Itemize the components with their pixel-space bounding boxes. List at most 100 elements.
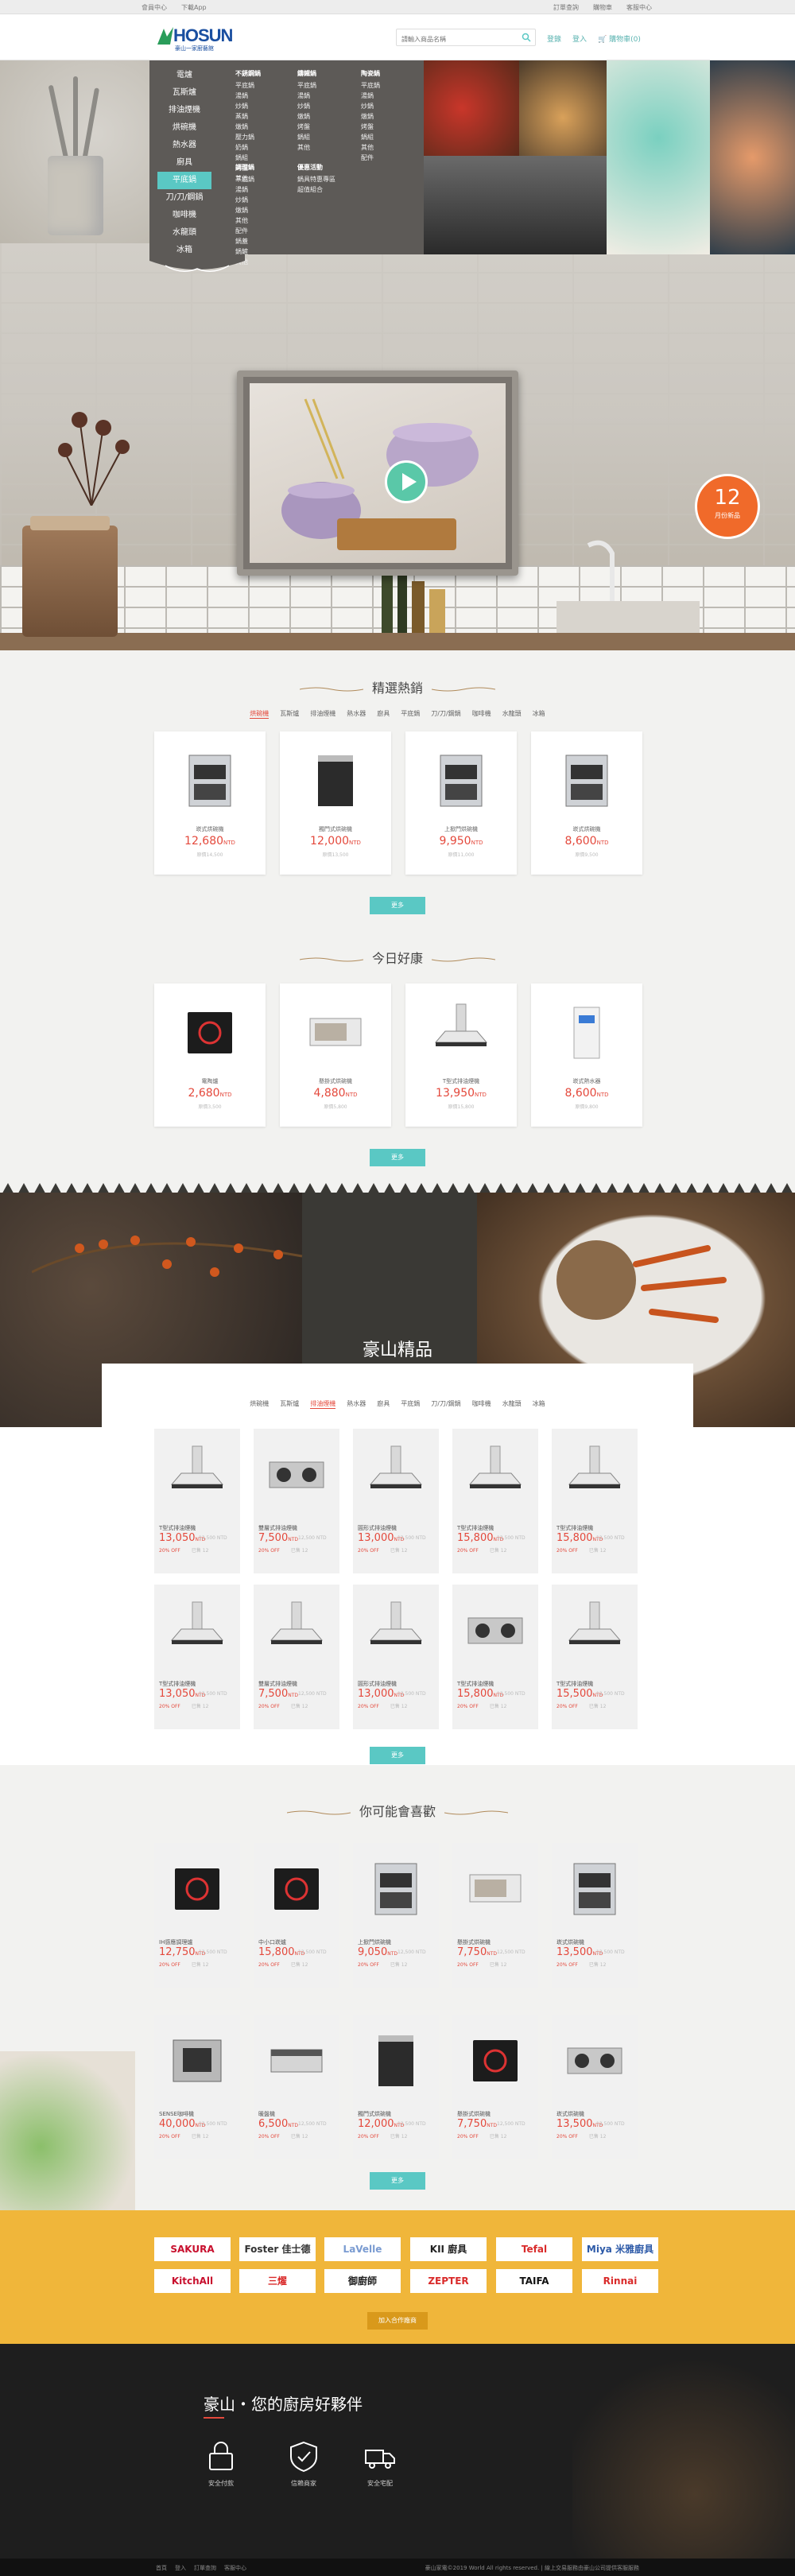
submenu-item[interactable]: 烤盤: [361, 122, 380, 132]
submenu-item[interactable]: 蒸鍋: [235, 111, 261, 122]
product-card[interactable]: SENSE咖啡機 40,000NTD 12,500 NTD 20% OFF 已售 12: [154, 2015, 240, 2159]
product-image[interactable]: [429, 749, 493, 813]
brand-logo[interactable]: 御廚師: [324, 2269, 401, 2293]
tab-8[interactable]: 水龍頭: [502, 1399, 522, 1409]
tab-6[interactable]: 刀/刀/鋼鍋: [431, 1399, 460, 1409]
tab-1[interactable]: 瓦斯爐: [280, 1399, 299, 1409]
tab-1[interactable]: 瓦斯爐: [280, 709, 299, 719]
brand-logo[interactable]: Tefal: [496, 2237, 572, 2261]
submenu-item[interactable]: 鍋蓋: [235, 236, 254, 246]
cart-header-link[interactable]: 🛒 購物車(0): [598, 33, 641, 44]
brand-logo[interactable]: Miya 米雅廚具: [582, 2237, 658, 2261]
category-item[interactable]: 瓦斯爐: [157, 84, 211, 102]
product-card[interactable]: 中小口崁爐 15,800NTD 12,500 NTD 20% OFF 已售 12: [254, 1843, 339, 1988]
product-image[interactable]: [563, 1857, 626, 1921]
product-image[interactable]: [265, 2029, 328, 2093]
tab-2[interactable]: 排油煙機: [310, 709, 335, 719]
category-item-active[interactable]: 平底鍋: [157, 172, 211, 189]
brand-logo[interactable]: Rinnai: [582, 2269, 658, 2293]
product-card[interactable]: 上掀門烘碗機 9,950NTD 原價11,000: [405, 731, 517, 875]
join-partner-button[interactable]: 加入合作廠商: [367, 2312, 428, 2330]
product-card[interactable]: 崁式熱水器 8,600NTD 原價9,800: [531, 983, 642, 1127]
product-card[interactable]: 上掀門烘碗機 9,050NTD 12,500 NTD 20% OFF 已售 12: [353, 1843, 439, 1988]
tab-0[interactable]: 烘碗機: [250, 709, 270, 719]
product-image[interactable]: [563, 1443, 626, 1507]
submenu-item[interactable]: 平底鍋: [361, 80, 380, 91]
tab-6[interactable]: 刀/刀/鋼鍋: [431, 709, 460, 719]
product-image[interactable]: [364, 2029, 428, 2093]
category-item[interactable]: 排油煙機: [157, 102, 211, 119]
today-more-button[interactable]: 更多: [370, 1149, 425, 1166]
product-card[interactable]: 雙層式排油煙機 7,500NTD 12,500 NTD 20% OFF 已售 12: [254, 1585, 339, 1729]
submenu-item[interactable]: 炒鍋: [297, 101, 316, 111]
tab-0[interactable]: 烘碗機: [250, 1399, 269, 1409]
tab-3[interactable]: 熱水器: [347, 1399, 366, 1409]
tab-5[interactable]: 平底鍋: [401, 1399, 420, 1409]
product-card[interactable]: IH感應調理爐 12,750NTD 12,500 NTD 20% OFF 已售 12: [154, 1843, 240, 1988]
tab-4[interactable]: 廚具: [377, 709, 390, 719]
tab-7[interactable]: 咖啡機: [472, 709, 491, 719]
product-image[interactable]: [265, 1857, 328, 1921]
product-card[interactable]: 懸掛式烘碗機 7,750NTD 12,500 NTD 20% OFF 已售 12: [452, 2015, 538, 2159]
product-image[interactable]: [563, 1599, 626, 1662]
tab-9[interactable]: 冰箱: [533, 1399, 545, 1409]
submenu-item[interactable]: 燉鍋: [235, 205, 254, 215]
product-card[interactable]: 圓形式排油煙機 13,000NTD 12,500 NTD 20% OFF 已售 12: [353, 1429, 439, 1573]
product-card[interactable]: 懸掛式烘碗機 4,880NTD 原價5,800: [280, 983, 391, 1127]
category-item[interactable]: 電爐: [157, 67, 211, 84]
download-app-link[interactable]: 下載App: [181, 3, 207, 12]
login-link[interactable]: 登入: [572, 33, 587, 44]
product-image[interactable]: [563, 2029, 626, 2093]
product-card[interactable]: T型式排油煙機 15,500NTD 12,500 NTD 20% OFF 已售 12: [552, 1585, 638, 1729]
product-card[interactable]: 電陶爐 2,680NTD 原價3,500: [154, 983, 266, 1127]
product-image[interactable]: [555, 1001, 619, 1065]
footer-link-home[interactable]: 首頁: [156, 2564, 167, 2572]
submenu-item[interactable]: 平底鍋: [235, 174, 254, 184]
tab-7[interactable]: 咖啡機: [472, 1399, 491, 1409]
submenu-item[interactable]: 鍋組: [297, 132, 316, 142]
submenu-item[interactable]: 湯鍋: [235, 91, 261, 101]
product-card[interactable]: 崁式烘碗機 12,680NTD 原價14,500: [154, 731, 266, 875]
tab-9[interactable]: 冰箱: [533, 709, 545, 719]
footer-link-login[interactable]: 登入: [175, 2564, 186, 2572]
submenu-item[interactable]: 配件: [361, 153, 380, 163]
product-image[interactable]: [555, 749, 619, 813]
product-card[interactable]: 圓形式排油煙機 13,000NTD 12,500 NTD 20% OFF 已售 12: [353, 1585, 439, 1729]
submenu-item[interactable]: 湯鍋: [297, 91, 316, 101]
product-card[interactable]: T型式排油煙機 13,050NTD 12,500 NTD 20% OFF 已售 12: [154, 1585, 240, 1729]
submenu-item[interactable]: 超值組合: [297, 184, 335, 195]
submenu-item[interactable]: 配件: [235, 226, 254, 236]
product-image[interactable]: [463, 1599, 527, 1662]
member-center-link[interactable]: 會員中心: [142, 3, 167, 12]
submenu-item[interactable]: 奶鍋: [235, 142, 261, 153]
submenu-item[interactable]: 炒鍋: [361, 101, 380, 111]
submenu-item[interactable]: 炒鍋: [235, 195, 254, 205]
tab-2[interactable]: 排油煙機: [310, 1399, 336, 1409]
brand-logo[interactable]: KII 廚具: [410, 2237, 487, 2261]
product-card[interactable]: 崁式烘碗機 13,500NTD 12,500 NTD 20% OFF 已售 12: [552, 1843, 638, 1988]
hosun-logo[interactable]: HOSUN 豪山一家廚藝館: [156, 24, 235, 52]
brand-logo[interactable]: SAKURA: [154, 2237, 231, 2261]
submenu-item[interactable]: 壓力鍋: [235, 132, 261, 142]
play-button[interactable]: [385, 460, 428, 503]
submenu-item[interactable]: 燉鍋: [235, 122, 261, 132]
product-image[interactable]: [165, 1443, 229, 1507]
footer-link-orders[interactable]: 訂單查詢: [194, 2564, 216, 2572]
tab-4[interactable]: 廚具: [377, 1399, 390, 1409]
maylike-more-button[interactable]: 更多: [370, 2172, 425, 2190]
tab-5[interactable]: 平底鍋: [401, 709, 420, 719]
submenu-item[interactable]: 炒鍋: [235, 101, 261, 111]
submenu-item[interactable]: 鍋組: [361, 132, 380, 142]
register-link[interactable]: 登錄: [547, 33, 561, 44]
submenu-item[interactable]: 烤盤: [297, 122, 316, 132]
category-item[interactable]: 水龍頭: [157, 224, 211, 242]
product-image[interactable]: [165, 2029, 229, 2093]
product-card[interactable]: 獨門式烘碗機 12,000NTD 原價13,500: [280, 731, 391, 875]
submenu-item[interactable]: 平底鍋: [297, 80, 316, 91]
submenu-item[interactable]: 燉鍋: [361, 111, 380, 122]
premium-more-button[interactable]: 更多: [370, 1747, 425, 1764]
submenu-item[interactable]: 鍋具特惠專區: [297, 174, 335, 184]
product-image[interactable]: [463, 1857, 527, 1921]
product-card[interactable]: 崁式烘碗機 8,600NTD 原價9,500: [531, 731, 642, 875]
product-card[interactable]: 獨門式烘碗機 12,000NTD 12,500 NTD 20% OFF 已售 12: [353, 2015, 439, 2159]
